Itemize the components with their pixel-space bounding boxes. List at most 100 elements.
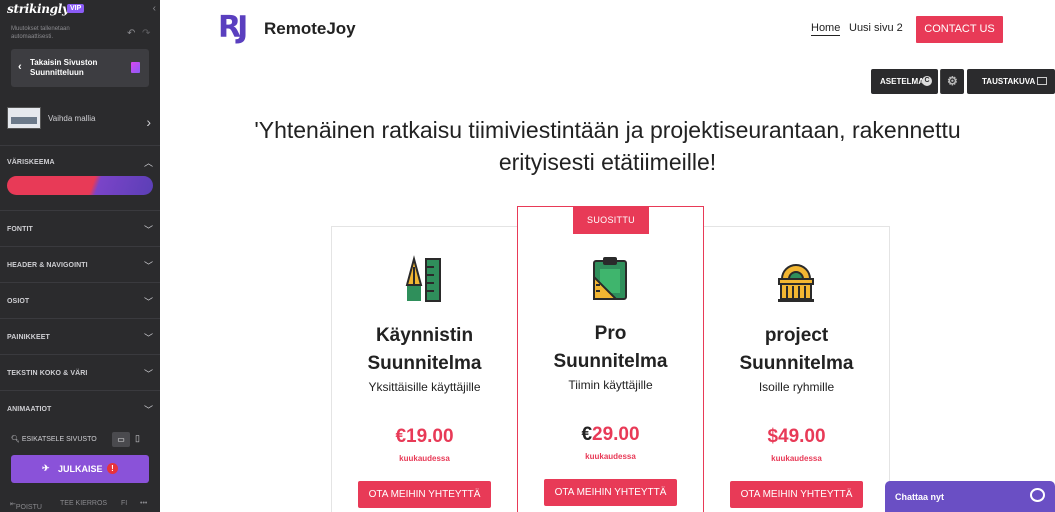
- nav-home-link[interactable]: Home: [811, 22, 841, 36]
- plan-title[interactable]: project Suunnitelma: [704, 322, 889, 378]
- warning-badge: !: [107, 463, 118, 474]
- section-label: VÄRISKEEMA: [7, 159, 55, 166]
- section-label: ANIMAATIOT: [7, 406, 52, 413]
- nav-page2-link[interactable]: Uusi sivu 2: [849, 22, 903, 34]
- plan-subtitle[interactable]: Isoille ryhmille: [704, 380, 889, 394]
- pricing-card-project: project Suunnitelma Isoille ryhmille $49…: [703, 226, 890, 512]
- chevron-down-icon: ﹀: [143, 369, 153, 379]
- contact-us-button[interactable]: CONTACT US: [916, 16, 1003, 43]
- logo-mark[interactable]: RJ: [218, 9, 248, 47]
- collapse-sidebar-icon[interactable]: ‹: [153, 3, 156, 14]
- plan-price[interactable]: $49.00: [704, 426, 889, 448]
- plan-subtitle[interactable]: Yksittäisille käyttäjille: [332, 380, 517, 394]
- desktop-view-icon[interactable]: ▭: [112, 432, 130, 447]
- clipboard-ruler-icon: [593, 257, 627, 300]
- plan-title-line2: Suunnitelma: [553, 351, 668, 372]
- drafting-tools-icon: [405, 255, 441, 302]
- editor-sidebar: strikingly VIP ‹ Muutokset tallenetaan a…: [0, 0, 160, 512]
- layout-button[interactable]: ASETELMA C: [871, 69, 938, 94]
- vip-badge: VIP: [67, 4, 85, 13]
- section-fonts[interactable]: FONTIT ﹀: [0, 210, 160, 246]
- chat-bubble-icon: [1030, 488, 1045, 502]
- price-amount: 29.00: [592, 424, 640, 445]
- plan-title-line1: Käynnistin: [375, 325, 474, 346]
- section-label: HEADER & NAVIGOINTI: [7, 262, 88, 269]
- chat-label: Chattaa nyt: [895, 492, 945, 502]
- exit-label: POISTU: [15, 504, 42, 511]
- section-sections[interactable]: OSIOT ﹀: [0, 282, 160, 318]
- pricing-card-pro: SUOSITTU Pro Suunnitelma Tiimin käyttäji…: [517, 206, 704, 512]
- logo-text[interactable]: RemoteJoy: [264, 19, 356, 39]
- section-label: OSIOT: [7, 298, 30, 305]
- chevron-up-icon: ︿: [143, 158, 153, 168]
- change-template-row[interactable]: Vaihda mallia ›: [7, 107, 153, 137]
- price-currency: €: [395, 426, 407, 447]
- publish-label: JULKAISE: [58, 464, 103, 474]
- section-animations[interactable]: ANIMAATIOT ﹀: [0, 390, 160, 426]
- section-label: PAINIKKEET: [7, 334, 50, 341]
- autosave-note: Muutokset tallenetaan automaattisesti.: [11, 26, 70, 40]
- publish-button[interactable]: ✈ JULKAISE !: [11, 455, 149, 483]
- contact-button[interactable]: OTA MEIHIN YHTEYTTÄ: [544, 479, 677, 506]
- plan-period[interactable]: kuukaudessa: [332, 454, 517, 463]
- rocket-icon: ✈: [42, 463, 50, 473]
- section-label: TEKSTIN KOKO & VÄRI: [7, 370, 88, 377]
- preview-label: ESIKATSELE SIVUSTO: [21, 436, 97, 443]
- section-buttons[interactable]: PAINIKKEET ﹀: [0, 318, 160, 354]
- building-dome-icon: [778, 264, 814, 302]
- plan-period[interactable]: kuukaudessa: [704, 454, 889, 463]
- contact-button[interactable]: OTA MEIHIN YHTEYTTÄ: [730, 481, 863, 508]
- redo-icon[interactable]: ↷: [142, 28, 150, 39]
- plan-price[interactable]: €19.00: [332, 426, 517, 448]
- sidebar-footer: ⇤ POISTU TEE KIERROS FI •••: [0, 496, 160, 512]
- more-menu-icon[interactable]: •••: [140, 500, 147, 507]
- chevron-down-icon: ﹀: [143, 405, 153, 415]
- plan-title[interactable]: Pro Suunnitelma: [518, 320, 703, 376]
- chevron-down-icon: ﹀: [143, 333, 153, 343]
- plan-title-line2: Suunnitelma: [739, 353, 854, 374]
- layout-badge: C: [922, 76, 932, 86]
- page-icon: [131, 62, 140, 73]
- section-text-size-color[interactable]: TEKSTIN KOKO & VÄRI ﹀: [0, 354, 160, 390]
- undo-icon[interactable]: ↶: [127, 28, 135, 39]
- back-to-design-button[interactable]: ‹ Takaisin Sivuston Suunnitteluun: [11, 49, 149, 87]
- site-canvas: RJ RemoteJoy Home Uusi sivu 2 CONTACT US…: [160, 0, 1055, 512]
- image-icon: [1037, 77, 1047, 85]
- background-label: TAUSTAKUVA: [982, 77, 1036, 86]
- section-settings-button[interactable]: ⚙: [940, 69, 964, 94]
- preview-row: 🔍︎ ESIKATSELE SIVUSTO ▭ ▯: [0, 430, 160, 450]
- language-link[interactable]: FI: [121, 500, 127, 507]
- chevron-down-icon: ﹀: [143, 261, 153, 271]
- chevron-left-icon: ‹: [18, 61, 22, 73]
- plan-title[interactable]: Käynnistin Suunnitelma: [332, 322, 517, 378]
- plan-title-line1: Pro: [594, 323, 627, 344]
- price-amount: 19.00: [406, 426, 454, 447]
- exit-link[interactable]: ⇤ POISTU: [10, 500, 42, 511]
- plan-period[interactable]: kuukaudessa: [518, 452, 703, 461]
- plan-price[interactable]: €29.00: [518, 424, 703, 446]
- chat-widget[interactable]: Chattaa nyt: [885, 481, 1055, 512]
- background-image-button[interactable]: TAUSTAKUVA: [967, 69, 1055, 94]
- pricing-card-starter: Käynnistin Suunnitelma Yksittäisille käy…: [331, 226, 518, 512]
- color-scheme-swatch[interactable]: [7, 176, 153, 195]
- chevron-right-icon: ›: [146, 114, 151, 130]
- preview-site-link[interactable]: 🔍︎ ESIKATSELE SIVUSTO: [11, 435, 97, 443]
- sidebar-header: strikingly VIP ‹ Muutokset tallenetaan a…: [0, 0, 160, 46]
- chevron-down-icon: ﹀: [143, 297, 153, 307]
- section-header-navigation[interactable]: HEADER & NAVIGOINTI ﹀: [0, 246, 160, 282]
- change-template-label: Vaihda mallia: [48, 114, 96, 123]
- template-thumbnail: [7, 107, 41, 129]
- brand-logo: strikingly: [7, 2, 69, 16]
- price-currency: €: [581, 424, 593, 445]
- back-button-label: Takaisin Sivuston Suunnitteluun: [30, 58, 98, 77]
- contact-button[interactable]: OTA MEIHIN YHTEYTTÄ: [358, 481, 491, 508]
- plan-subtitle[interactable]: Tiimin käyttäjille: [518, 378, 703, 392]
- popular-badge[interactable]: SUOSITTU: [573, 207, 649, 234]
- section-headline[interactable]: 'Yhtenäinen ratkaisu tiimiviestintään ja…: [220, 114, 995, 178]
- chevron-down-icon: ﹀: [143, 225, 153, 235]
- gear-icon: ⚙: [947, 74, 958, 88]
- tour-link[interactable]: TEE KIERROS: [60, 500, 107, 507]
- layout-label: ASETELMA: [880, 77, 924, 86]
- section-label: FONTIT: [7, 226, 33, 233]
- mobile-view-icon[interactable]: ▯: [135, 433, 140, 444]
